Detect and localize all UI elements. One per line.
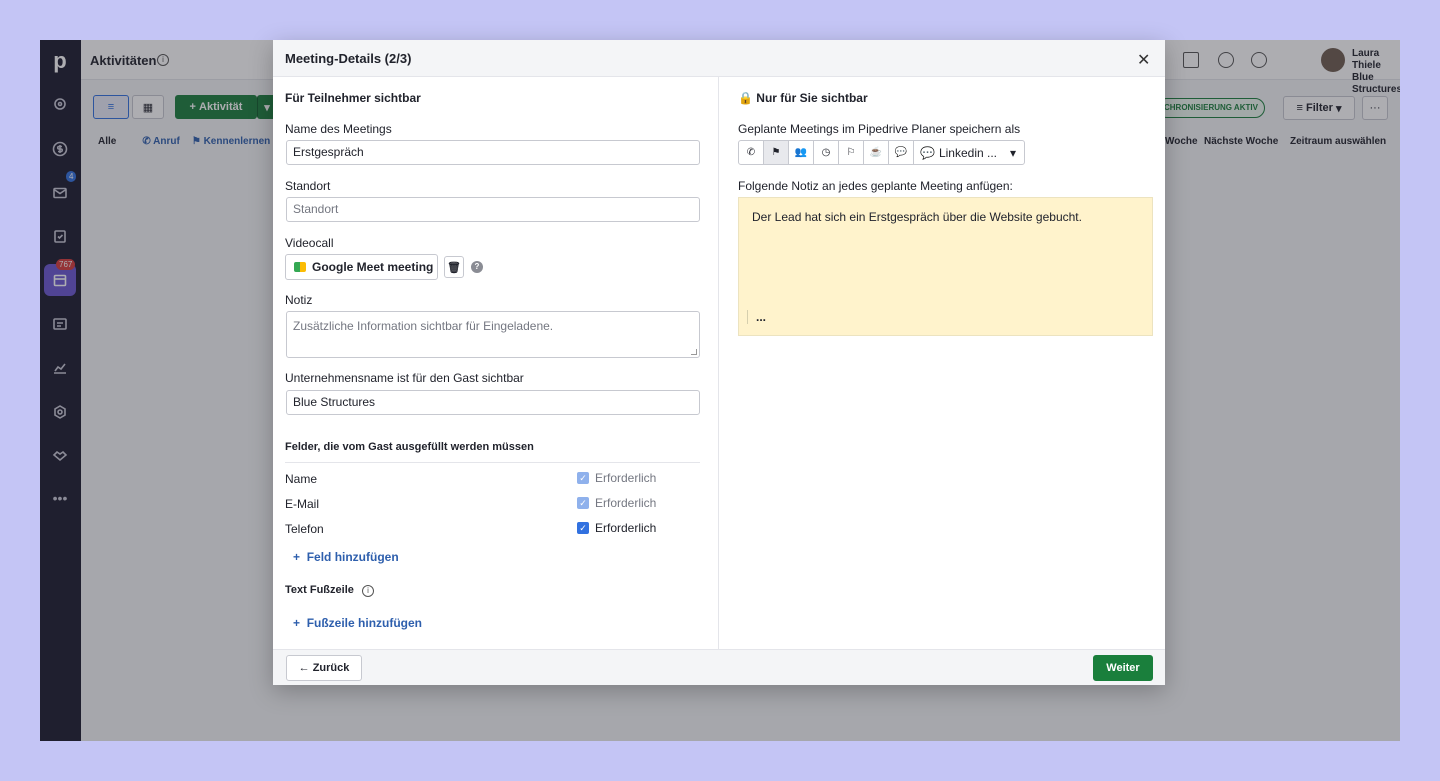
- field-phone-status: Erforderlich: [595, 521, 657, 535]
- field-email-label: E-Mail: [285, 497, 320, 511]
- field-name-checkbox: ✓: [577, 472, 589, 484]
- videocall-label: Videocall: [285, 236, 334, 250]
- field-name-status: Erforderlich: [595, 471, 657, 485]
- chat-icon[interactable]: 💬: [889, 141, 914, 164]
- google-meet-button[interactable]: Google Meet meeting: [285, 254, 438, 280]
- field-email-checkbox: ✓: [577, 497, 589, 509]
- company-label: Unternehmensname ist für den Gast sichtb…: [285, 371, 524, 385]
- location-input[interactable]: Standort: [286, 197, 700, 222]
- meeting-name-input[interactable]: Erstgespräch: [286, 140, 700, 165]
- activity-type-selected: Linkedin ...: [938, 145, 997, 160]
- modal-footer: ← Zurück Weiter: [273, 649, 1165, 685]
- footer-text-label: Text Fußzeile: [285, 584, 354, 596]
- add-field-link[interactable]: + Feld hinzufügen: [293, 550, 399, 564]
- field-name-label: Name: [285, 472, 318, 486]
- info-icon[interactable]: i: [362, 585, 374, 597]
- chevron-down-icon: ▾: [1009, 145, 1016, 160]
- guest-fields-title: Felder, die vom Gast ausgefüllt werden m…: [285, 441, 534, 453]
- note-append-label: Folgende Notiz an jedes geplante Meeting…: [738, 179, 1013, 193]
- private-section-label: Nur für Sie sichtbar: [756, 91, 868, 105]
- participants-section-title: Für Teilnehmer sichtbar: [285, 91, 421, 105]
- fields-divider: [285, 462, 700, 463]
- flag-icon[interactable]: ⚐: [839, 141, 864, 164]
- google-meet-label: Google Meet meeting: [312, 260, 434, 274]
- field-phone-label: Telefon: [285, 522, 324, 536]
- google-meet-icon: [294, 262, 306, 272]
- column-divider: [718, 77, 719, 649]
- meeting-details-modal: Meeting-Details (2/3) ✕ Für Teilnehmer s…: [273, 40, 1165, 685]
- meeting-name-label: Name des Meetings: [285, 122, 392, 136]
- resize-handle[interactable]: [691, 349, 697, 355]
- group-icon[interactable]: 👥: [789, 141, 814, 164]
- save-as-label: Geplante Meetings im Pipedrive Planer sp…: [738, 122, 1021, 136]
- close-icon[interactable]: ✕: [1137, 50, 1150, 70]
- call-icon[interactable]: ✆: [739, 141, 764, 164]
- add-footer-label: Fußzeile hinzufügen: [306, 616, 423, 630]
- help-icon[interactable]: ?: [471, 261, 483, 273]
- next-button[interactable]: Weiter: [1093, 655, 1153, 681]
- field-phone-checkbox[interactable]: ✓: [577, 522, 589, 534]
- linkedin-icon: 💬: [920, 145, 935, 160]
- activity-type-selector: ✆ ⚑ 👥 ◷ ⚐ ☕ 💬 💬 Linkedin ... ▾: [738, 140, 1025, 165]
- arrow-left-icon: ←: [298, 662, 310, 674]
- location-label: Standort: [285, 179, 331, 193]
- modal-title: Meeting-Details (2/3): [285, 51, 412, 66]
- note-textarea[interactable]: Zusätzliche Information sichtbar für Ein…: [286, 311, 700, 358]
- private-section-title: 🔒 Nur für Sie sichtbar: [738, 91, 868, 105]
- modal-header: Meeting-Details (2/3) ✕: [273, 40, 1165, 77]
- field-email-status: Erforderlich: [595, 496, 657, 510]
- note-editor[interactable]: Der Lead hat sich ein Erstgespräch über …: [738, 197, 1153, 336]
- more-options-icon[interactable]: ...: [747, 310, 766, 324]
- add-field-label: Feld hinzufügen: [306, 550, 399, 564]
- activity-type-dropdown[interactable]: 💬 Linkedin ... ▾: [914, 141, 1024, 164]
- back-button[interactable]: ← Zurück: [286, 655, 362, 681]
- meeting-type-icon[interactable]: ⚑: [764, 141, 789, 164]
- clock-icon[interactable]: ◷: [814, 141, 839, 164]
- lock-icon: 🔒: [738, 91, 753, 105]
- back-label: Zurück: [312, 662, 350, 674]
- lunch-icon[interactable]: ☕: [864, 141, 889, 164]
- note-text: Der Lead hat sich ein Erstgespräch über …: [752, 210, 1082, 224]
- trash-icon[interactable]: 🗑: [444, 256, 464, 278]
- company-input[interactable]: Blue Structures: [286, 390, 700, 415]
- add-footer-link[interactable]: + Fußzeile hinzufügen: [293, 616, 422, 630]
- note-label: Notiz: [285, 293, 313, 307]
- note-placeholder: Zusätzliche Information sichtbar für Ein…: [293, 319, 554, 333]
